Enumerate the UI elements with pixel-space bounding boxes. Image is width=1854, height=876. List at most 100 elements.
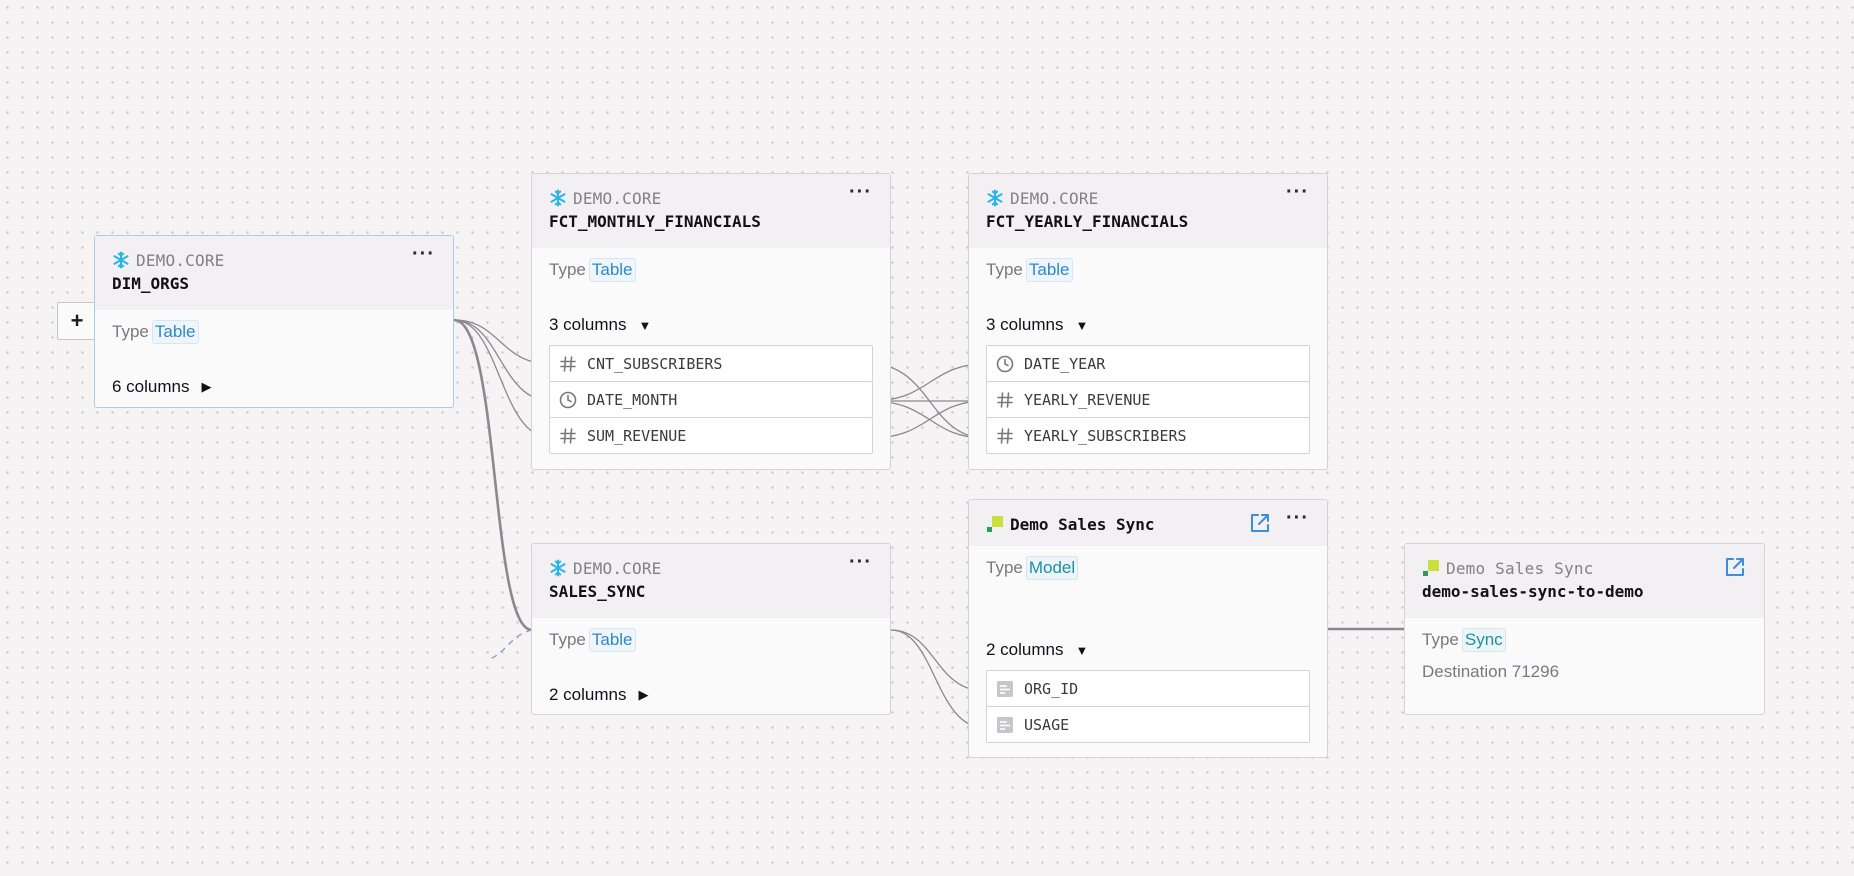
type-badge: Table [588,628,636,652]
node-schema: Demo Sales Sync [1446,558,1594,578]
type-badge: Table [1025,258,1073,282]
type-badge: Sync [1461,628,1506,652]
snowflake-icon [112,251,130,269]
type-badge: Table [588,258,636,282]
hash-icon [559,355,577,373]
column-row-cnt-subscribers[interactable]: CNT_SUBSCRIBERS [549,345,873,382]
more-horizontal-icon[interactable]: ··· [1286,508,1309,528]
column-list: DATE_YEAR YEARLY_REVENUE YEARLY_SUBSCRIB… [986,345,1310,454]
node-fct-yearly-financials[interactable]: DEMO.CORE FCT_YEARLY_FINANCIALS ··· Type… [968,173,1328,470]
column-list: CNT_SUBSCRIBERS DATE_MONTH SUM_REVENUE [549,345,873,454]
column-row-date-month[interactable]: DATE_MONTH [549,381,873,418]
node-type-row: Type Sync [1422,628,1747,652]
more-horizontal-icon[interactable]: ··· [849,182,872,202]
type-badge: Table [151,320,199,344]
more-horizontal-icon[interactable]: ··· [849,552,872,572]
clock-icon [996,355,1014,373]
external-link-icon[interactable] [1249,512,1271,534]
node-fct-monthly-financials[interactable]: DEMO.CORE FCT_MONTHLY_FINANCIALS ··· Typ… [531,173,891,470]
node-type-row: Type Table [549,258,873,282]
snowflake-icon [986,189,1004,207]
columns-toggle[interactable]: 6 columns ▶ [112,377,211,397]
column-name: DATE_YEAR [1024,354,1106,373]
snowflake-icon [549,559,567,577]
caret-down-icon: ▼ [638,317,652,333]
caret-down-icon: ▼ [1075,317,1089,333]
node-demo-sales-sync-model[interactable]: Demo Sales Sync ··· Type Model 2 columns… [968,499,1328,758]
clock-icon [559,391,577,409]
column-row-date-year[interactable]: DATE_YEAR [986,345,1310,382]
caret-down-icon: ▼ [1075,642,1089,658]
caret-right-icon: ▶ [638,687,649,702]
node-dim-orgs[interactable]: DEMO.CORE DIM_ORGS ··· Type Table 6 colu… [94,235,454,408]
column-name: ORG_ID [1024,679,1079,698]
type-label: Type [1422,630,1459,649]
node-header: DEMO.CORE SALES_SYNC ··· [532,544,890,618]
column-row-org-id[interactable]: ORG_ID [986,670,1310,707]
node-title: FCT_YEARLY_FINANCIALS [986,212,1189,231]
node-title: demo-sales-sync-to-demo [1422,582,1644,601]
text-field-icon [996,716,1014,734]
type-label: Type [986,558,1023,577]
more-horizontal-icon[interactable]: ··· [1286,182,1309,202]
node-type-row: Type Table [549,628,873,652]
hash-icon [559,427,577,445]
type-label: Type [549,630,586,649]
node-demo-sales-sync-to-demo[interactable]: Demo Sales Sync demo-sales-sync-to-demo … [1404,543,1765,715]
snowflake-icon [549,189,567,207]
node-title: SALES_SYNC [549,582,646,601]
column-name: DATE_MONTH [587,390,678,409]
external-link-icon[interactable] [1724,556,1746,578]
hash-icon [996,391,1014,409]
node-title: FCT_MONTHLY_FINANCIALS [549,212,761,231]
column-name: USAGE [1024,715,1070,734]
node-header: DEMO.CORE DIM_ORGS ··· [95,236,453,310]
node-header: Demo Sales Sync ··· [969,500,1327,546]
text-field-icon [996,680,1014,698]
node-title: DIM_ORGS [112,274,190,293]
column-name: YEARLY_SUBSCRIBERS [1024,426,1187,445]
destination-label: Destination 71296 [1422,662,1560,681]
node-sales-sync[interactable]: DEMO.CORE SALES_SYNC ··· Type Table 2 co… [531,543,891,715]
node-header: DEMO.CORE FCT_YEARLY_FINANCIALS ··· [969,174,1327,248]
node-header: Demo Sales Sync demo-sales-sync-to-demo [1405,544,1764,618]
type-label: Type [986,260,1023,279]
caret-right-icon: ▶ [201,379,212,394]
node-schema: DEMO.CORE [1010,188,1099,208]
expand-upstream-button[interactable]: + [57,302,97,340]
node-title: Demo Sales Sync [1010,514,1155,534]
column-name: CNT_SUBSCRIBERS [587,354,723,373]
node-header: DEMO.CORE FCT_MONTHLY_FINANCIALS ··· [532,174,890,248]
columns-count: 2 columns [986,640,1064,659]
column-name: SUM_REVENUE [587,426,687,445]
column-row-yearly-revenue[interactable]: YEARLY_REVENUE [986,381,1310,418]
node-schema: DEMO.CORE [573,558,662,578]
node-schema: DEMO.CORE [136,250,225,270]
columns-toggle[interactable]: 2 columns ▼ [986,640,1088,660]
columns-count: 2 columns [549,685,627,704]
column-name: YEARLY_REVENUE [1024,390,1151,409]
type-badge: Model [1025,556,1079,580]
columns-count: 3 columns [549,315,627,334]
node-schema: DEMO.CORE [573,188,662,208]
edge-dim-orgs-to-sales-sync [453,318,533,632]
column-row-usage[interactable]: USAGE [986,706,1310,743]
type-label: Type [549,260,586,279]
dashed-edge-upstream [486,629,533,661]
type-label: Type [112,322,149,341]
columns-toggle[interactable]: 3 columns ▼ [986,315,1088,335]
hash-icon [996,427,1014,445]
columns-count: 6 columns [112,377,190,396]
column-row-sum-revenue[interactable]: SUM_REVENUE [549,417,873,454]
hightouch-logo-icon [986,515,1004,533]
node-type-row: Type Table [986,258,1310,282]
columns-toggle[interactable]: 3 columns ▼ [549,315,651,335]
columns-toggle[interactable]: 2 columns ▶ [549,685,648,705]
node-type-row: Type Table [112,320,436,344]
hightouch-logo-icon [1422,559,1440,577]
columns-count: 3 columns [986,315,1064,334]
lineage-edges [453,318,1404,729]
node-type-row: Type Model [986,556,1310,580]
more-horizontal-icon[interactable]: ··· [412,244,435,264]
column-row-yearly-subscribers[interactable]: YEARLY_SUBSCRIBERS [986,417,1310,454]
